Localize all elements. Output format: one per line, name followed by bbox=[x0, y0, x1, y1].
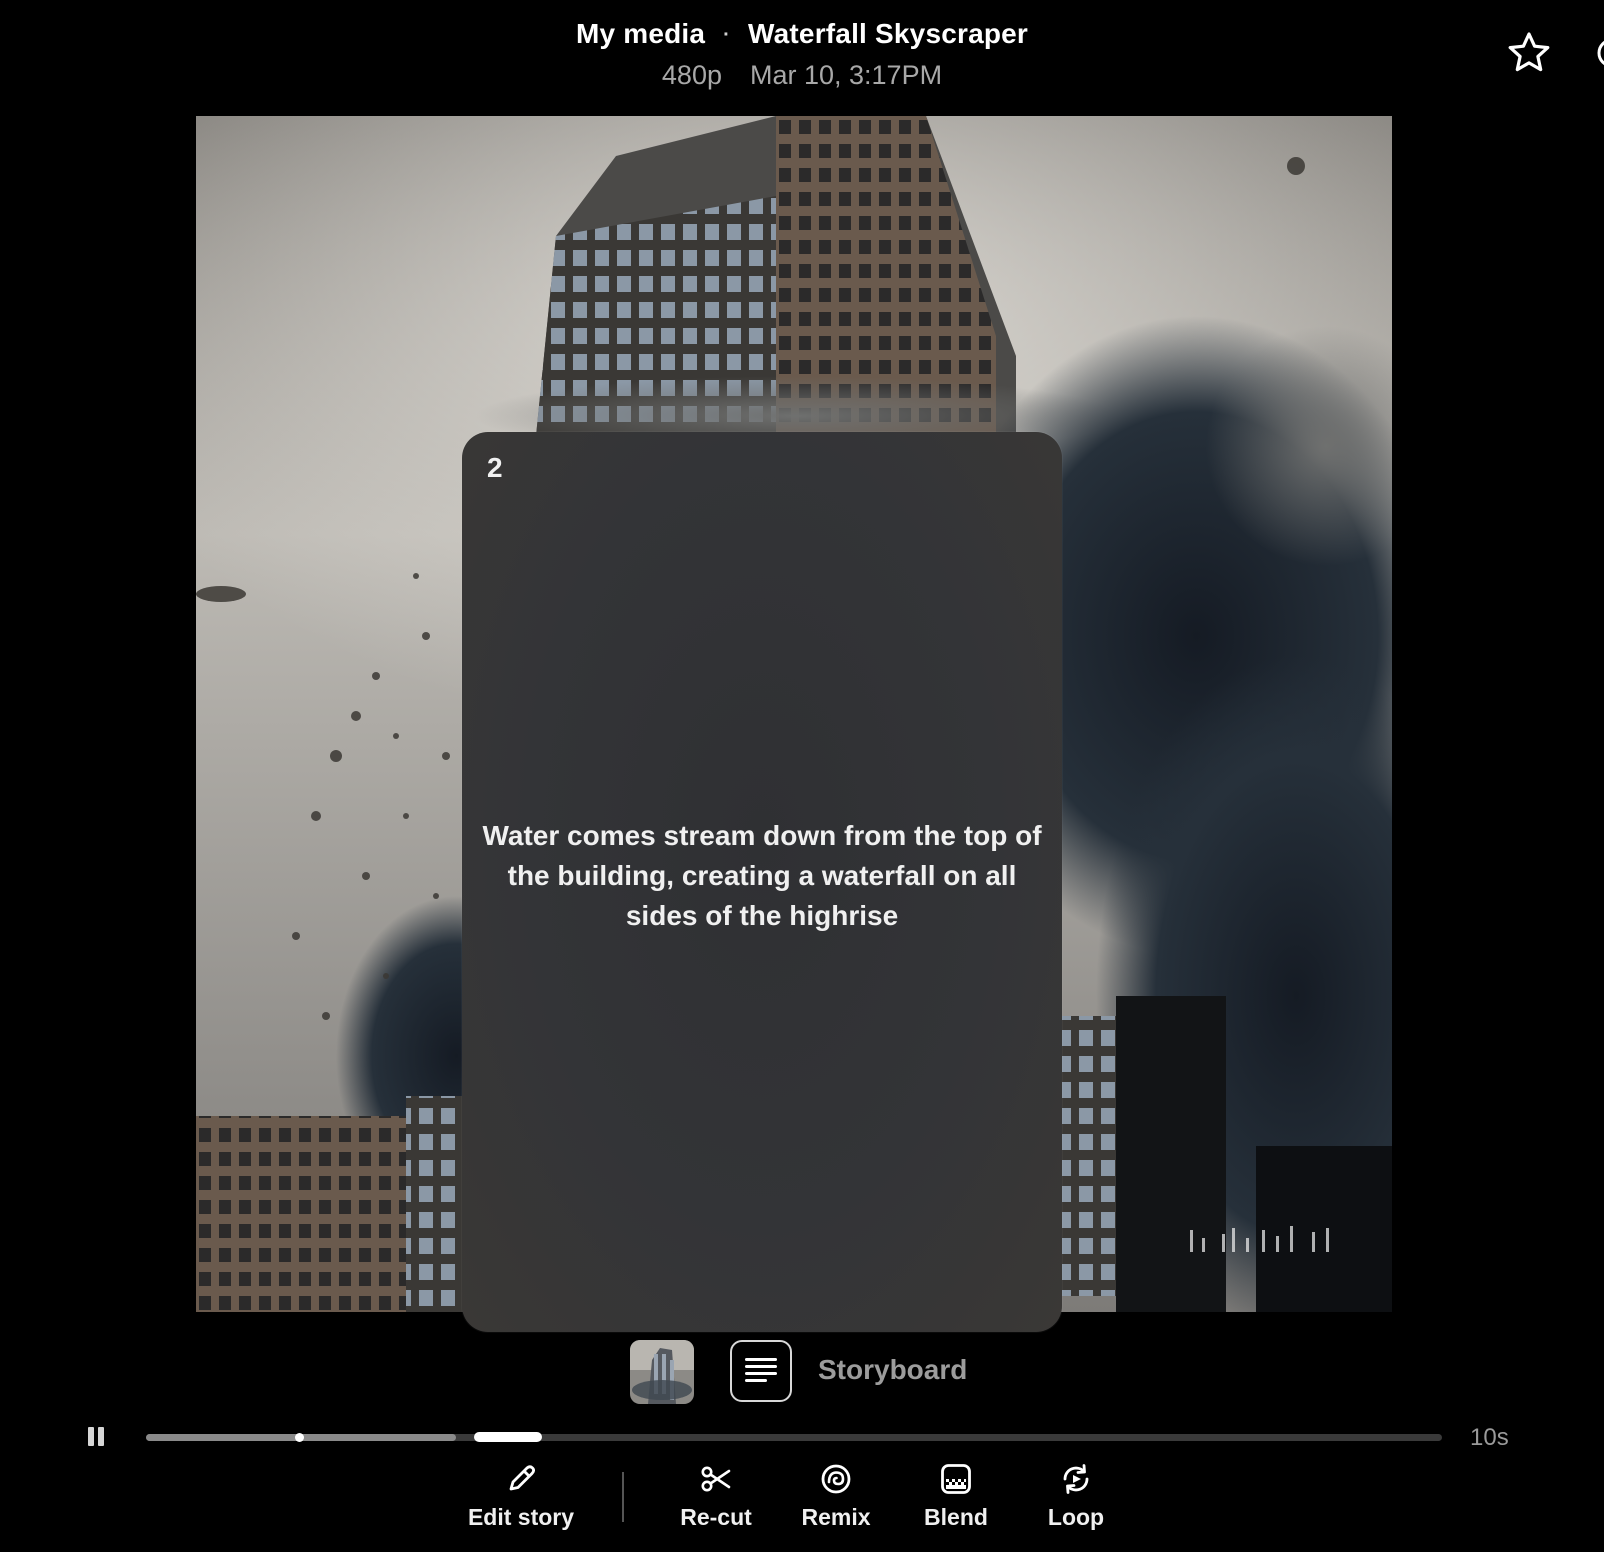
timeline-segment-2[interactable] bbox=[474, 1432, 542, 1442]
video-thumbnail[interactable] bbox=[630, 1340, 694, 1404]
favorite-button[interactable] bbox=[1506, 30, 1552, 76]
edit-story-button[interactable]: Edit story bbox=[456, 1456, 586, 1531]
storyboard-row: Storyboard bbox=[0, 1340, 1604, 1406]
video-title: Waterfall Skyscraper bbox=[748, 18, 1029, 49]
text-lines-icon bbox=[745, 1358, 777, 1382]
loop-label: Loop bbox=[1047, 1504, 1105, 1530]
card-prompt: Water comes stream down from the top of … bbox=[482, 820, 1042, 931]
more-icon[interactable] bbox=[1594, 36, 1604, 70]
header: My media · Waterfall Skyscraper 480p Mar 10… bbox=[0, 0, 1604, 110]
playhead[interactable] bbox=[294, 1433, 304, 1442]
text-card-button[interactable] bbox=[730, 1340, 792, 1402]
storyboard-label[interactable]: Storyboard bbox=[818, 1354, 967, 1386]
remix-icon bbox=[821, 1464, 851, 1494]
toolbar-divider bbox=[622, 1472, 624, 1522]
breadcrumb: My media · Waterfall Skyscraper bbox=[0, 18, 1604, 50]
blend-icon bbox=[941, 1464, 971, 1494]
pause-icon bbox=[88, 1427, 94, 1446]
resolution-label: 480p bbox=[661, 60, 722, 90]
re-cut-label: Re-cut bbox=[680, 1504, 752, 1530]
remix-button[interactable]: Remix bbox=[771, 1456, 901, 1531]
blend-button[interactable]: Blend bbox=[891, 1456, 1021, 1531]
timestamp-label: Mar 10, 3:17PM bbox=[749, 60, 943, 90]
video-viewer: My media · Waterfall Skyscraper 480p Mar 10… bbox=[0, 0, 1604, 1552]
card-number: 2 bbox=[487, 452, 503, 483]
re-cut-button[interactable]: Re-cut bbox=[651, 1456, 781, 1531]
pencil-icon bbox=[509, 1465, 536, 1491]
blend-label: Blend bbox=[924, 1504, 988, 1530]
remix-label: Remix bbox=[801, 1504, 871, 1530]
action-toolbar: Edit story Re-cut Remix Blend Loop bbox=[0, 1456, 1604, 1552]
pause-button[interactable] bbox=[88, 1427, 108, 1447]
storyboard-card[interactable]: 2 Water comes stream down from the top o… bbox=[462, 432, 1062, 1332]
loop-button[interactable]: Loop bbox=[1011, 1456, 1141, 1531]
video-meta: 480p Mar 10, 3:17PM bbox=[0, 60, 1604, 91]
edit-story-label: Edit story bbox=[467, 1504, 575, 1530]
loop-icon bbox=[1063, 1464, 1089, 1494]
timeline: 10s bbox=[0, 1424, 1604, 1454]
scissors-icon bbox=[701, 1466, 731, 1492]
breadcrumb-separator: · bbox=[723, 24, 731, 47]
star-icon bbox=[1508, 32, 1550, 72]
breadcrumb-my-media[interactable]: My media bbox=[576, 18, 705, 49]
duration-label: 10s bbox=[1470, 1424, 1509, 1451]
timeline-track[interactable] bbox=[146, 1432, 1442, 1442]
